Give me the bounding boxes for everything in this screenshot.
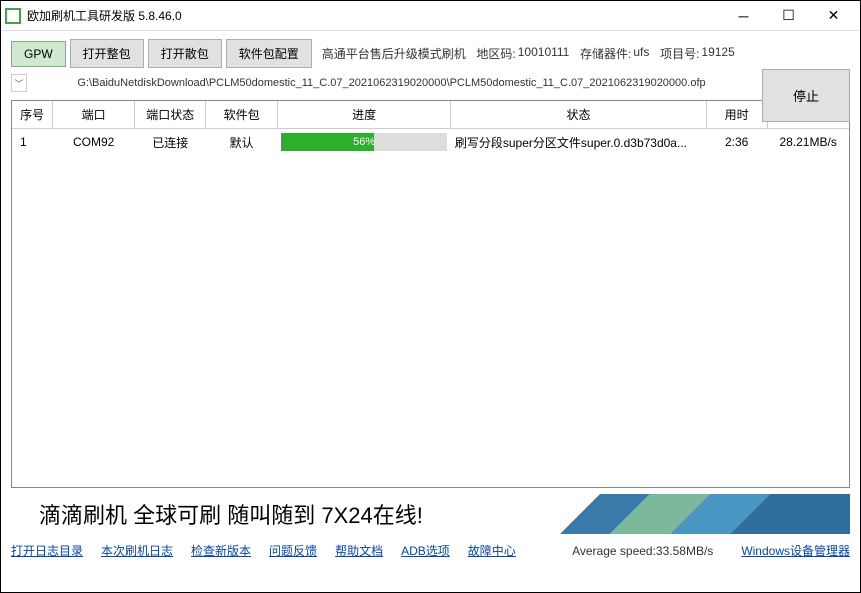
help-doc-link[interactable]: 帮助文档 <box>335 542 383 559</box>
window-controls: ─ ☐ ✕ <box>721 2 856 30</box>
package-config-button[interactable]: 软件包配置 <box>226 39 312 68</box>
package-path: G:\BaiduNetdiskDownload\PCLM50domestic_1… <box>33 77 750 89</box>
gpw-button[interactable]: GPW <box>11 41 66 67</box>
feedback-link[interactable]: 问题反馈 <box>269 542 317 559</box>
stop-button[interactable]: 停止 <box>762 69 850 122</box>
banner-text: 滴滴刷机 全球可刷 随叫随到 7X24在线! <box>39 498 423 530</box>
storage-value: ufs <box>633 45 649 62</box>
fault-center-link[interactable]: 故障中心 <box>468 542 516 559</box>
banner-decoration <box>530 494 850 534</box>
average-speed-label: Average speed:33.58MB/s <box>572 544 713 558</box>
cell-status: 刷写分段super分区文件super.0.d3b73d0a... <box>451 129 706 156</box>
close-button[interactable]: ✕ <box>811 2 856 30</box>
app-icon <box>5 8 21 24</box>
cell-port: COM92 <box>53 129 135 156</box>
path-row: ﹀ G:\BaiduNetdiskDownload\PCLM50domestic… <box>1 72 860 100</box>
cell-time: 2:36 <box>706 129 767 156</box>
check-update-link[interactable]: 检查新版本 <box>191 542 251 559</box>
storage-label: 存储器件: <box>580 45 631 62</box>
footer: 打开日志目录 本次刷机日志 检查新版本 问题反馈 帮助文档 ADB选项 故障中心… <box>1 534 860 567</box>
col-header-port[interactable]: 端口 <box>53 101 135 129</box>
maximize-button[interactable]: ☐ <box>766 2 811 30</box>
cell-speed: 28.21MB/s <box>767 129 849 156</box>
open-loose-package-button[interactable]: 打开散包 <box>148 39 222 68</box>
region-value: 10010111 <box>518 45 570 62</box>
cell-progress: 56% <box>277 129 451 156</box>
col-header-progress[interactable]: 进度 <box>277 101 451 129</box>
col-header-seq[interactable]: 序号 <box>12 101 53 129</box>
flash-log-link[interactable]: 本次刷机日志 <box>101 542 173 559</box>
titlebar: 欧加刷机工具研发版 5.8.46.0 ─ ☐ ✕ <box>1 1 860 31</box>
col-header-port-status[interactable]: 端口状态 <box>134 101 205 129</box>
progress-bar: 56% <box>281 133 447 151</box>
device-table: 序号 端口 端口状态 软件包 进度 状态 用时 速度 1 COM92 已连接 默… <box>11 100 850 488</box>
window-title: 欧加刷机工具研发版 5.8.46.0 <box>27 7 721 24</box>
col-header-time[interactable]: 用时 <box>706 101 767 129</box>
cell-seq: 1 <box>12 129 53 156</box>
adb-options-link[interactable]: ADB选项 <box>401 542 450 559</box>
device-manager-link[interactable]: Windows设备管理器 <box>741 542 850 559</box>
region-label: 地区码: <box>476 45 515 62</box>
ad-banner[interactable]: 滴滴刷机 全球可刷 随叫随到 7X24在线! <box>11 494 850 534</box>
project-label: 项目号: <box>660 45 699 62</box>
col-header-status[interactable]: 状态 <box>451 101 706 129</box>
flash-mode-label: 高通平台售后升级模式刷机 <box>322 45 466 62</box>
progress-text: 56% <box>281 133 447 151</box>
open-full-package-button[interactable]: 打开整包 <box>70 39 144 68</box>
table-row[interactable]: 1 COM92 已连接 默认 56% 刷写分段super分区文件super.0.… <box>12 129 849 156</box>
toolbar: GPW 打开整包 打开散包 软件包配置 高通平台售后升级模式刷机 地区码: 10… <box>1 31 860 72</box>
project-value: 19125 <box>701 45 734 62</box>
cell-package: 默认 <box>206 129 277 156</box>
path-dropdown-icon[interactable]: ﹀ <box>11 74 27 92</box>
open-log-dir-link[interactable]: 打开日志目录 <box>11 542 83 559</box>
col-header-package[interactable]: 软件包 <box>206 101 277 129</box>
cell-port-status: 已连接 <box>134 129 205 156</box>
toolbar-info: 高通平台售后升级模式刷机 地区码: 10010111 存储器件: ufs 项目号… <box>322 45 735 62</box>
minimize-button[interactable]: ─ <box>721 2 766 30</box>
